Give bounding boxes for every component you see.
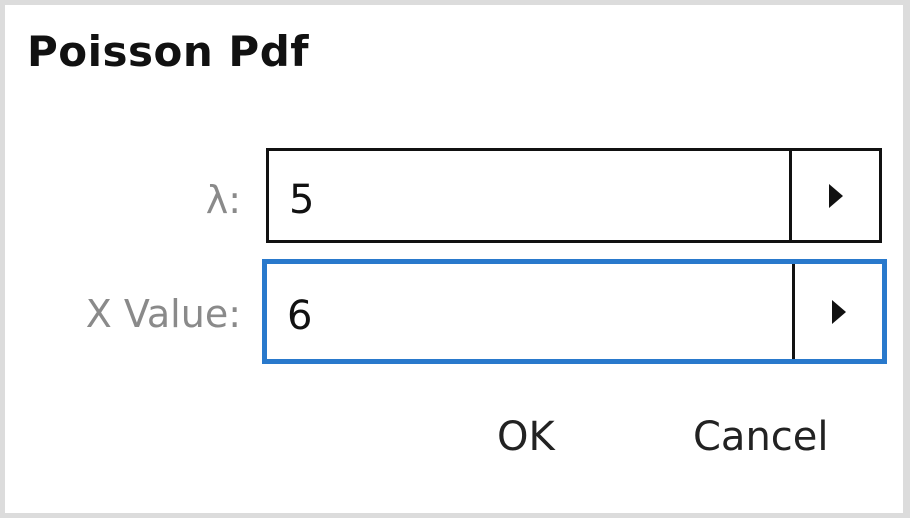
dialog-title: Poisson Pdf xyxy=(27,27,310,76)
lambda-input[interactable]: 5 xyxy=(269,151,789,240)
triangle-right-icon xyxy=(828,183,843,208)
triangle-right-icon xyxy=(831,299,846,324)
cancel-button[interactable]: Cancel xyxy=(693,417,829,457)
x-value-input[interactable]: 6 xyxy=(267,264,792,359)
lambda-menu-button[interactable] xyxy=(789,151,879,240)
poisson-pdf-dialog: Poisson Pdf λ: 5 X Value: 6 OK Cancel xyxy=(5,5,903,513)
x-value-label: X Value: xyxy=(85,292,241,336)
lambda-field[interactable]: 5 xyxy=(266,148,882,243)
ok-button[interactable]: OK xyxy=(497,417,555,457)
x-value-menu-button[interactable] xyxy=(792,264,882,359)
lambda-label: λ: xyxy=(205,178,241,222)
x-value-field[interactable]: 6 xyxy=(262,259,887,364)
